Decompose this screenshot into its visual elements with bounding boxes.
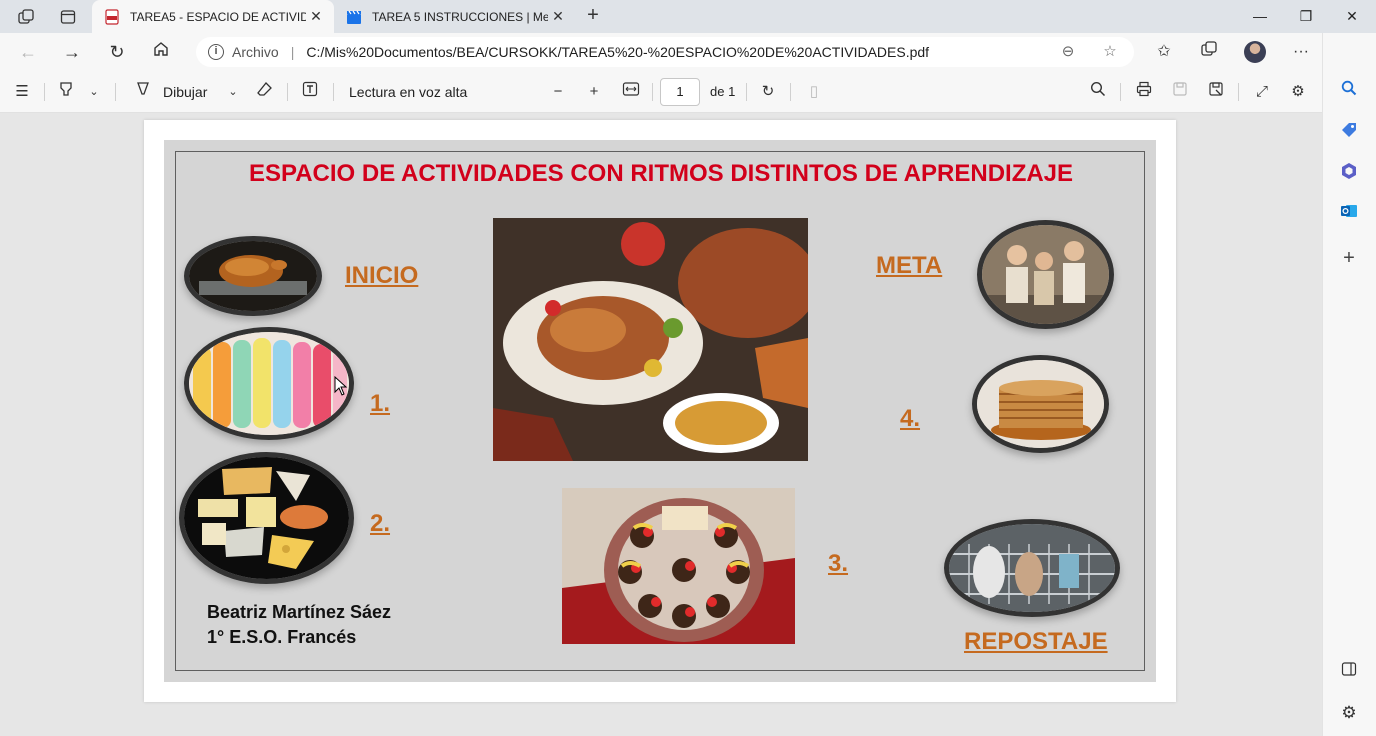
fit-page-icon[interactable] [620,81,642,103]
forward-icon[interactable]: → [60,40,84,64]
print-icon[interactable] [1133,81,1155,103]
cheese-board-image [179,452,354,584]
office-icon[interactable] [1337,162,1361,186]
author-name: Beatriz Martínez Sáez [207,602,392,622]
pdf-page: ESPACIO DE ACTIVIDADES CON RITMOS DISTIN… [144,120,1176,702]
favorite-star-icon[interactable]: ☆ [1100,42,1120,62]
workspaces-icon[interactable] [15,6,37,28]
chevron-down-icon[interactable]: ⌄ [83,81,105,103]
label-inicio: INICIO [345,262,419,289]
label-3: 3. [828,550,849,577]
crepes-stack-image [972,355,1109,453]
edge-sidebar: + ⚙ [1322,33,1376,736]
zoom-out-icon[interactable]: ⊖ [1058,42,1078,62]
settings-gear-icon[interactable]: ⚙ [1287,81,1309,103]
tab-instructions[interactable]: TAREA 5 INSTRUCCIONES | Medi ✕ [334,0,576,33]
save-as-icon[interactable] [1205,81,1227,103]
home-icon[interactable] [149,40,173,64]
slide: ESPACIO DE ACTIVIDADES CON RITMOS DISTIN… [164,140,1156,682]
draw-icon[interactable] [132,81,154,103]
info-icon[interactable]: i [208,44,224,60]
pdf-viewer[interactable]: ESPACIO DE ACTIVIDADES CON RITMOS DISTIN… [0,113,1322,736]
url-divider: | [290,44,295,60]
tab-title: TAREA5 - ESPACIO DE ACTIVIDADES [130,9,306,24]
outlook-icon[interactable] [1337,202,1361,226]
eraser-icon[interactable] [254,81,276,103]
roast-turkey-image [184,236,322,316]
url-text[interactable]: C:/Mis%20Documentos/BEA/CURSOKK/TAREA5%2… [306,44,929,60]
more-options-icon[interactable]: ··· [1289,40,1313,64]
save-icon[interactable] [1169,81,1191,103]
close-tab-icon[interactable]: ✕ [550,8,566,24]
label-1: 1. [370,390,391,417]
pdf-icon [104,8,120,25]
page-number-input[interactable]: 1 [660,78,700,106]
toolbar-divider [44,83,45,101]
label-4: 4. [900,405,921,432]
toolbar-divider [115,83,116,101]
collections-icon[interactable] [1197,40,1221,64]
macarons-image [184,327,354,440]
new-tab-icon[interactable]: + [582,5,604,27]
label-2: 2. [370,510,391,537]
text-box-icon[interactable] [299,81,321,103]
page-total: de 1 [710,84,736,99]
address-bar[interactable]: i Archivo | C:/Mis%20Documentos/BEA/CURS… [196,37,1134,67]
label-repostaje: REPOSTAJE [964,628,1108,655]
tab-pdf[interactable]: TAREA5 - ESPACIO DE ACTIVIDADES ✕ [92,0,334,33]
toolbar-divider [1120,83,1121,101]
toolbar-divider [652,83,653,101]
toolbar-divider [287,83,288,101]
highlight-icon[interactable] [55,81,77,103]
mouse-cursor-icon [334,375,348,396]
chefs-team-image [977,220,1114,329]
toolbar-divider [746,83,747,101]
autumn-feast-image [493,218,808,461]
slide-title: ESPACIO DE ACTIVIDADES CON RITMOS DISTIN… [248,160,1074,187]
profile-avatar[interactable] [1244,41,1266,63]
favorites-icon[interactable]: ✩ [1152,40,1176,64]
full-screen-icon[interactable]: ⤢ [1251,81,1273,103]
toolbar-divider [1238,83,1239,101]
tab-title: TAREA 5 INSTRUCCIONES | Medi [372,9,548,24]
sidebar-toggle-icon[interactable] [1337,661,1361,685]
restore-icon[interactable]: ❐ [1293,4,1319,28]
search-icon[interactable] [1337,80,1361,104]
minimize-icon[interactable]: — [1247,4,1273,28]
author-course: 1° E.S.O. Francés [207,627,357,647]
zoom-in-icon[interactable]: + [583,81,605,103]
draw-label[interactable]: Dibujar [163,84,207,100]
close-tab-icon[interactable]: ✕ [308,8,324,24]
author-block: Beatriz Martínez Sáez 1° E.S.O. Francés [207,600,391,650]
add-sidebar-app-icon[interactable]: + [1337,246,1361,270]
label-meta: META [876,252,943,279]
tab-actions-icon[interactable] [57,6,79,28]
clapperboard-icon [346,9,362,25]
url-scheme: Archivo [232,44,279,60]
back-icon[interactable]: ← [16,40,40,64]
tab-strip: TAREA5 - ESPACIO DE ACTIVIDADES ✕ TAREA … [0,0,1376,33]
chevron-down-icon[interactable]: ⌄ [222,81,244,103]
toolbar-divider [333,83,334,101]
banana-tartlets-image [562,488,795,644]
rotate-icon[interactable]: ↻ [757,81,779,103]
page-view-icon[interactable]: ▯ [803,81,825,103]
shopping-tag-icon[interactable] [1337,121,1361,145]
close-window-icon[interactable]: ✕ [1339,4,1365,28]
toolbar-divider [790,83,791,101]
zoom-out-icon[interactable]: − [547,81,569,103]
read-aloud-button[interactable]: Lectura en voz alta [349,84,467,100]
search-icon[interactable] [1087,81,1109,103]
contents-list-icon[interactable]: ☰ [11,81,33,103]
pdf-toolbar: ☰ ⌄ Dibujar ⌄ Lectura en voz alta − + 1 … [0,71,1322,113]
address-bar-row: ← → ↻ i Archivo | C:/Mis%20Documentos/BE… [0,33,1322,71]
refresh-icon[interactable]: ↻ [105,40,129,64]
dishwasher-image [944,519,1120,617]
settings-gear-icon[interactable]: ⚙ [1337,701,1361,725]
